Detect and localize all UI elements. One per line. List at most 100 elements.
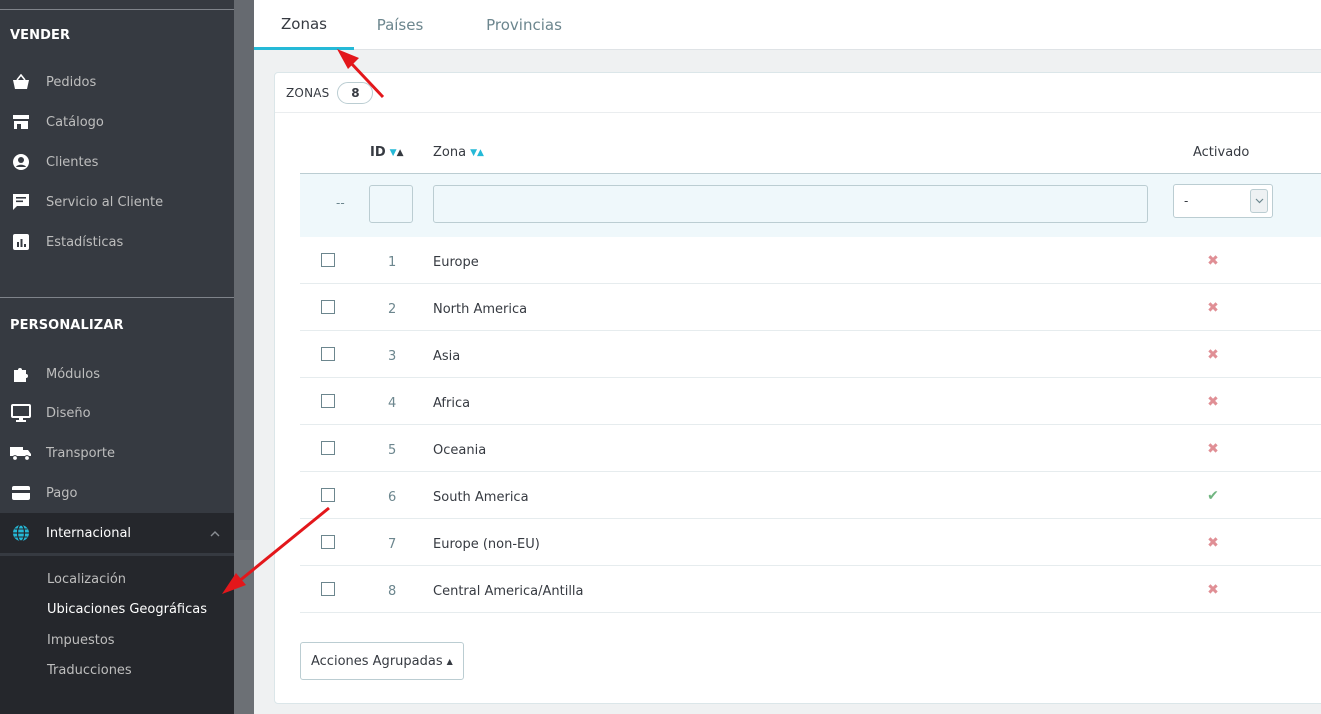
sidebar-item-diseno[interactable]: Diseño <box>0 393 234 433</box>
row-checkbox[interactable] <box>321 253 335 267</box>
sidebar-item-label: Clientes <box>46 154 99 170</box>
row-zone-name: Central America/Antilla <box>433 584 584 599</box>
submenu-item-traducciones[interactable]: Traducciones <box>47 663 132 678</box>
select-value: - <box>1184 194 1189 208</box>
check-icon[interactable]: ✔ <box>1205 488 1221 504</box>
chat-icon <box>10 193 32 211</box>
filter-row: -- - <box>300 173 1321 237</box>
row-checkbox[interactable] <box>321 582 335 596</box>
chevron-down-icon[interactable] <box>1250 189 1268 213</box>
table-row[interactable]: 6 South America ✔ <box>300 472 1321 519</box>
table-row[interactable]: 3 Asia ✖ <box>300 331 1321 378</box>
sidebar-section-vender: VENDER <box>10 28 71 43</box>
table-row[interactable]: 4 Africa ✖ <box>300 378 1321 425</box>
sort-icon[interactable]: ▼▲ <box>470 148 484 158</box>
sidebar-item-internacional[interactable]: Internacional <box>0 513 234 553</box>
sidebar-scrollbar[interactable] <box>234 0 254 714</box>
bulk-actions-label: Acciones Agrupadas <box>311 653 443 669</box>
row-id: 2 <box>388 302 397 317</box>
sidebar-item-label: Diseño <box>46 405 91 421</box>
tabs-bar: Zonas Países Provincias <box>254 0 1321 50</box>
panel-title: ZONAS <box>286 85 330 100</box>
row-zone-name: Oceania <box>433 443 487 458</box>
filter-placeholder: -- <box>336 196 345 210</box>
tab-zonas[interactable]: Zonas <box>254 0 354 50</box>
row-checkbox[interactable] <box>321 394 335 408</box>
row-id: 5 <box>388 443 397 458</box>
zones-panel: ZONAS 8 ID ▼▲ Zona ▼▲ Activado -- - 1 Eur… <box>274 72 1321 704</box>
row-zone-name: Asia <box>433 349 461 364</box>
sidebar-item-label: Módulos <box>46 366 100 382</box>
sidebar-item-pago[interactable]: Pago <box>0 473 234 513</box>
sidebar-submenu: Localización Ubicaciones Geográficas Imp… <box>0 556 234 714</box>
sidebar-divider <box>0 9 234 10</box>
table-row[interactable]: 8 Central America/Antilla ✖ <box>300 566 1321 613</box>
sidebar-item-label: Pedidos <box>46 74 97 90</box>
truck-icon <box>10 444 32 462</box>
row-id: 7 <box>388 537 397 552</box>
sidebar-item-clientes[interactable]: Clientes <box>0 142 234 182</box>
cross-icon[interactable]: ✖ <box>1205 347 1221 363</box>
row-checkbox[interactable] <box>321 488 335 502</box>
column-header-zona[interactable]: Zona ▼▲ <box>433 145 484 160</box>
submenu-item-localizacion[interactable]: Localización <box>47 572 126 587</box>
sidebar-item-label: Estadísticas <box>46 234 124 250</box>
sidebar-item-servicio[interactable]: Servicio al Cliente <box>0 182 234 222</box>
table-row[interactable]: 2 North America ✖ <box>300 284 1321 331</box>
cross-icon[interactable]: ✖ <box>1205 394 1221 410</box>
table-row[interactable]: 5 Oceania ✖ <box>300 425 1321 472</box>
sidebar-item-modulos[interactable]: Módulos <box>0 354 234 394</box>
filter-id-input[interactable] <box>369 185 413 223</box>
bar-chart-icon <box>10 233 32 251</box>
sidebar-item-label: Transporte <box>46 445 115 461</box>
submenu-item-ubicaciones[interactable]: Ubicaciones Geográficas <box>47 602 207 617</box>
sidebar-item-catalogo[interactable]: Catálogo <box>0 102 234 142</box>
row-checkbox[interactable] <box>321 441 335 455</box>
filter-zona-input[interactable] <box>433 185 1148 223</box>
cross-icon[interactable]: ✖ <box>1205 535 1221 551</box>
column-header-id[interactable]: ID ▼▲ <box>370 145 403 160</box>
row-zone-name: North America <box>433 302 528 317</box>
submenu-item-impuestos[interactable]: Impuestos <box>47 633 115 648</box>
globe-icon <box>10 524 32 542</box>
column-header-label: Activado <box>1193 145 1250 160</box>
caret-up-icon: ▲ <box>446 656 453 666</box>
tab-provincias[interactable]: Provincias <box>476 0 572 50</box>
table-row[interactable]: 7 Europe (non-EU) ✖ <box>300 519 1321 566</box>
cross-icon[interactable]: ✖ <box>1205 300 1221 316</box>
tab-paises[interactable]: Países <box>366 0 434 50</box>
row-zone-name: Europe (non-EU) <box>433 537 540 552</box>
store-icon <box>10 113 32 131</box>
sidebar-item-transporte[interactable]: Transporte <box>0 433 234 473</box>
count-badge: 8 <box>337 81 374 104</box>
column-header-label: Zona <box>433 145 467 160</box>
filter-activado-select[interactable]: - <box>1173 184 1273 218</box>
cross-icon[interactable]: ✖ <box>1205 253 1221 269</box>
row-id: 3 <box>388 349 397 364</box>
cross-icon[interactable]: ✖ <box>1205 441 1221 457</box>
sidebar-divider <box>0 297 234 298</box>
bulk-actions-button[interactable]: Acciones Agrupadas ▲ <box>300 642 464 680</box>
sidebar-item-label: Pago <box>46 485 78 501</box>
sidebar-item-label: Internacional <box>46 525 132 541</box>
basket-icon <box>10 73 32 91</box>
column-header-activado: Activado <box>1193 145 1249 160</box>
row-zone-name: South America <box>433 490 529 505</box>
cross-icon[interactable]: ✖ <box>1205 582 1221 598</box>
row-zone-name: Africa <box>433 396 471 411</box>
row-id: 8 <box>388 584 397 599</box>
account-icon <box>10 153 32 171</box>
row-checkbox[interactable] <box>321 300 335 314</box>
row-zone-name: Europe <box>433 255 479 270</box>
chevron-up-icon[interactable] <box>210 527 220 542</box>
row-checkbox[interactable] <box>321 535 335 549</box>
sidebar-item-pedidos[interactable]: Pedidos <box>0 62 234 102</box>
sidebar-section-personalizar: PERSONALIZAR <box>10 318 124 333</box>
row-checkbox[interactable] <box>321 347 335 361</box>
table-row[interactable]: 1 Europe ✖ <box>300 237 1321 284</box>
scrollbar-thumb[interactable] <box>234 0 254 540</box>
sort-icon[interactable]: ▼▲ <box>390 148 404 158</box>
column-header-label: ID <box>370 145 386 160</box>
credit-card-icon <box>10 484 32 502</box>
sidebar-item-estadisticas[interactable]: Estadísticas <box>0 222 234 262</box>
